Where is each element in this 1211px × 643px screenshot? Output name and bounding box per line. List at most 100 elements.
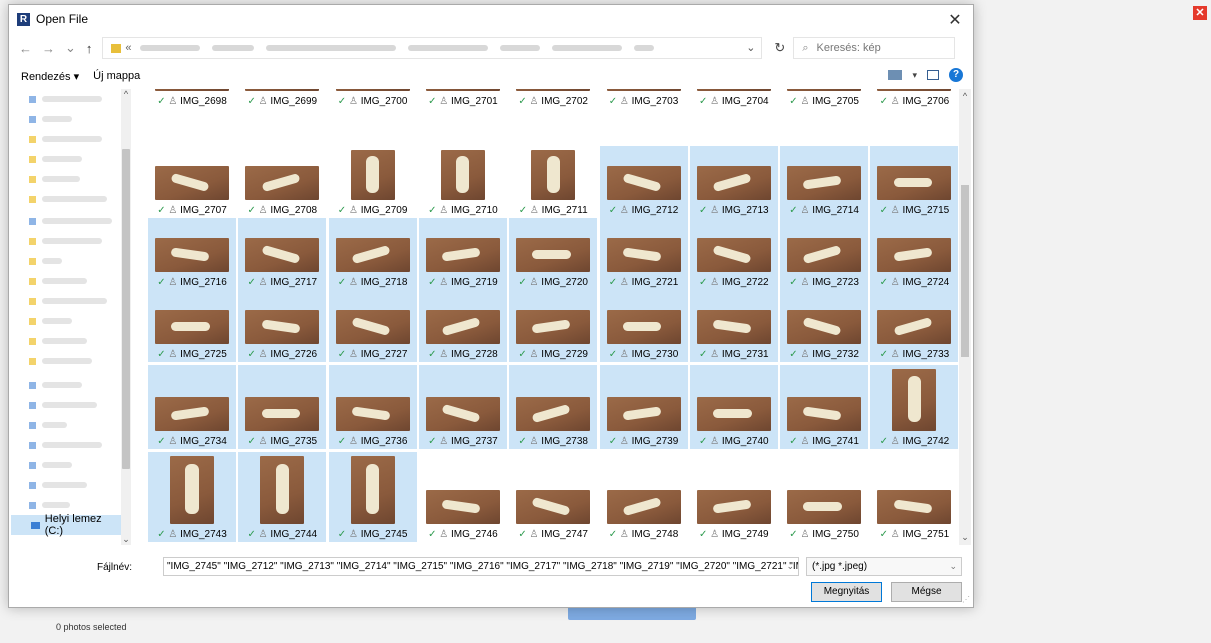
file-item[interactable]: ✓ ♙ IMG_2721 bbox=[599, 218, 688, 290]
file-grid-scrollbar[interactable]: ^ ⌄ bbox=[959, 89, 971, 545]
file-item[interactable]: ✓ ♙ IMG_2737 bbox=[418, 365, 507, 449]
nav-item[interactable] bbox=[29, 175, 80, 183]
file-item[interactable]: ✓ ♙ IMG_2729 bbox=[509, 290, 598, 362]
breadcrumb-segment[interactable] bbox=[407, 45, 488, 51]
search-box[interactable]: ⌕ Keresés: kép bbox=[793, 37, 956, 59]
nav-item[interactable] bbox=[29, 461, 72, 469]
view-menu-chevron-icon[interactable]: ▾ bbox=[912, 70, 917, 81]
file-item[interactable]: ✓ ♙ IMG_2708 bbox=[238, 146, 326, 218]
file-item[interactable]: ✓ ♙ IMG_2749 bbox=[690, 452, 778, 542]
file-type-select[interactable]: (*.jpg *.jpeg) ⌄ bbox=[806, 557, 962, 576]
file-item[interactable]: ✓ ♙ IMG_2733 bbox=[870, 290, 959, 362]
file-item[interactable]: ✓ ♙ IMG_2744 bbox=[238, 452, 327, 542]
nav-item[interactable] bbox=[29, 217, 112, 225]
nav-item[interactable] bbox=[29, 357, 92, 365]
file-item[interactable]: ✓ ♙ IMG_2740 bbox=[689, 365, 778, 449]
forward-arrow-icon[interactable]: → bbox=[42, 41, 55, 56]
file-item[interactable]: ✓ ♙ IMG_2734 bbox=[148, 365, 236, 449]
file-name-dropdown-icon[interactable]: ⌄ bbox=[786, 558, 794, 575]
file-item[interactable]: ✓ ♙ IMG_2719 bbox=[418, 218, 507, 290]
scroll-down-icon[interactable]: ⌄ bbox=[121, 534, 131, 545]
file-item[interactable]: ✓ ♙ IMG_2736 bbox=[328, 365, 417, 449]
open-button[interactable]: Megnyitás bbox=[811, 582, 882, 602]
file-item[interactable]: ✓ ♙ IMG_2706 bbox=[870, 89, 958, 109]
file-item[interactable]: ✓ ♙ IMG_2748 bbox=[600, 452, 688, 542]
file-item[interactable]: ✓ ♙ IMG_2745 bbox=[328, 452, 417, 542]
file-item[interactable]: ✓ ♙ IMG_2735 bbox=[238, 365, 327, 449]
navigation-scrollbar[interactable]: ^ ⌄ bbox=[121, 89, 131, 545]
file-item[interactable]: ✓ ♙ IMG_2717 bbox=[238, 218, 327, 290]
file-item[interactable]: ✓ ♙ IMG_2704 bbox=[690, 89, 778, 109]
file-item[interactable]: ✓ ♙ IMG_2750 bbox=[780, 452, 868, 542]
nav-item[interactable] bbox=[29, 501, 70, 509]
nav-item[interactable] bbox=[29, 401, 97, 409]
file-item[interactable]: ✓ ♙ IMG_2727 bbox=[328, 290, 417, 362]
file-item[interactable]: ✓ ♙ IMG_2741 bbox=[780, 365, 869, 449]
file-item[interactable]: ✓ ♙ IMG_2731 bbox=[689, 290, 778, 362]
file-item[interactable]: ✓ ♙ IMG_2715 bbox=[870, 146, 959, 218]
file-item[interactable]: ✓ ♙ IMG_2699 bbox=[238, 89, 326, 109]
nav-item[interactable] bbox=[29, 297, 107, 305]
scroll-up-icon[interactable]: ^ bbox=[121, 89, 131, 99]
nav-item[interactable] bbox=[29, 441, 102, 449]
file-item[interactable]: ✓ ♙ IMG_2718 bbox=[328, 218, 417, 290]
close-button[interactable]: ✕ bbox=[945, 10, 965, 30]
file-item[interactable]: ✓ ♙ IMG_2730 bbox=[599, 290, 688, 362]
file-item[interactable]: ✓ ♙ IMG_2728 bbox=[418, 290, 507, 362]
file-item[interactable]: ✓ ♙ IMG_2707 bbox=[148, 146, 236, 218]
address-bar[interactable]: « ⌄ bbox=[102, 37, 763, 59]
cancel-button[interactable]: Mégse bbox=[891, 582, 962, 602]
address-dropdown-icon[interactable]: ⌄ bbox=[746, 41, 755, 54]
file-name-input[interactable]: "IMG_2745" "IMG_2712" "IMG_2713" "IMG_27… bbox=[163, 557, 799, 576]
file-item[interactable]: ✓ ♙ IMG_2722 bbox=[689, 218, 778, 290]
nav-item[interactable] bbox=[29, 237, 102, 245]
file-item[interactable]: ✓ ♙ IMG_2701 bbox=[419, 89, 507, 109]
file-item[interactable]: ✓ ♙ IMG_2720 bbox=[509, 218, 598, 290]
scrollbar-thumb[interactable] bbox=[122, 149, 130, 469]
file-item[interactable]: ✓ ♙ IMG_2716 bbox=[148, 218, 236, 290]
nav-item[interactable] bbox=[29, 381, 82, 389]
file-item[interactable]: ✓ ♙ IMG_2726 bbox=[238, 290, 327, 362]
file-item[interactable]: ✓ ♙ IMG_2742 bbox=[870, 365, 959, 449]
file-item[interactable]: ✓ ♙ IMG_2711 bbox=[509, 146, 597, 218]
organize-menu[interactable]: Rendezés ▾ bbox=[21, 70, 79, 83]
recent-locations-icon[interactable]: ⌄ bbox=[65, 40, 76, 56]
file-item[interactable]: ✓ ♙ IMG_2723 bbox=[780, 218, 869, 290]
breadcrumb-segment[interactable] bbox=[633, 45, 654, 51]
file-item[interactable]: ✓ ♙ IMG_2710 bbox=[419, 146, 507, 218]
file-item[interactable]: ✓ ♙ IMG_2743 bbox=[148, 452, 236, 542]
file-item[interactable]: ✓ ♙ IMG_2739 bbox=[599, 365, 688, 449]
nav-item[interactable] bbox=[29, 135, 102, 143]
refresh-icon[interactable]: ↻ bbox=[774, 40, 785, 56]
file-item[interactable]: ✓ ♙ IMG_2705 bbox=[780, 89, 868, 109]
file-item[interactable]: ✓ ♙ IMG_2751 bbox=[870, 452, 958, 542]
breadcrumb-segment[interactable] bbox=[265, 45, 396, 51]
breadcrumb-segment[interactable] bbox=[551, 45, 622, 51]
app-close-button[interactable]: ✕ bbox=[1193, 6, 1207, 20]
nav-item[interactable] bbox=[29, 277, 87, 285]
file-item[interactable]: ✓ ♙ IMG_2725 bbox=[148, 290, 236, 362]
file-item[interactable]: ✓ ♙ IMG_2698 bbox=[148, 89, 236, 109]
resize-grip-icon[interactable]: ⋰ bbox=[962, 595, 970, 604]
help-icon[interactable]: ? bbox=[949, 68, 963, 82]
scroll-up-icon[interactable]: ^ bbox=[959, 91, 971, 101]
nav-item[interactable] bbox=[29, 481, 87, 489]
file-item[interactable]: ✓ ♙ IMG_2709 bbox=[329, 146, 417, 218]
file-item[interactable]: ✓ ♙ IMG_2747 bbox=[509, 452, 597, 542]
back-arrow-icon[interactable]: ← bbox=[19, 41, 32, 56]
view-icon[interactable] bbox=[888, 70, 903, 80]
file-item[interactable]: ✓ ♙ IMG_2714 bbox=[780, 146, 869, 218]
scrollbar-thumb[interactable] bbox=[961, 185, 969, 357]
file-item[interactable]: ✓ ♙ IMG_2713 bbox=[689, 146, 778, 218]
breadcrumb-segment[interactable] bbox=[499, 45, 540, 51]
nav-item[interactable] bbox=[29, 337, 87, 345]
file-item[interactable]: ✓ ♙ IMG_2712 bbox=[599, 146, 688, 218]
nav-item-local-disk[interactable]: Helyi lemez (C:) bbox=[11, 513, 121, 537]
scroll-down-icon[interactable]: ⌄ bbox=[959, 532, 971, 543]
nav-item[interactable] bbox=[29, 155, 82, 163]
file-item[interactable]: ✓ ♙ IMG_2732 bbox=[780, 290, 869, 362]
file-item[interactable]: ✓ ♙ IMG_2702 bbox=[509, 89, 597, 109]
nav-item[interactable] bbox=[29, 421, 67, 429]
file-item[interactable]: ✓ ♙ IMG_2724 bbox=[870, 218, 959, 290]
new-folder-button[interactable]: Új mappa bbox=[93, 70, 140, 82]
